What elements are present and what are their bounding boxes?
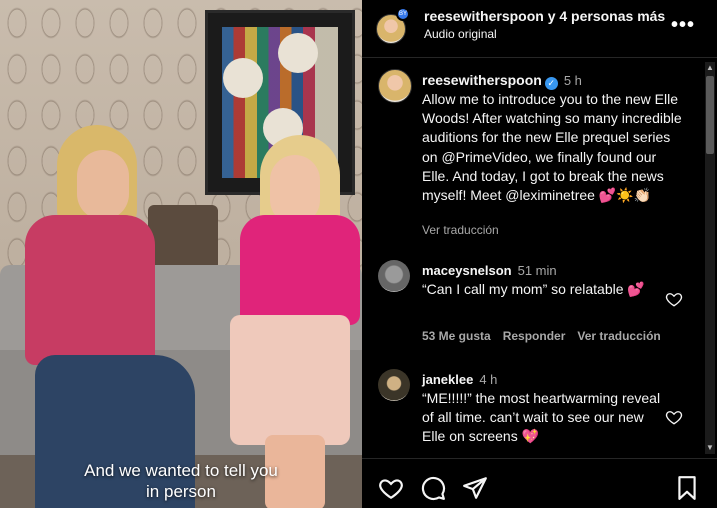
scroll-down-arrow-icon[interactable]: ▼ (706, 444, 714, 452)
collab-badge: BY (396, 7, 410, 21)
comment-time: 4 h (479, 372, 498, 387)
painting-flower (278, 33, 318, 73)
scroll-up-arrow-icon[interactable]: ▲ (706, 64, 714, 72)
comments-scroll-area[interactable]: reesewitherspoon ✓ 5 h Allow me to introdu… (362, 59, 717, 457)
comment-text: “ME!!!!!” the most heartwarming reveal o… (422, 390, 661, 444)
comment-username[interactable]: maceysnelson (422, 263, 512, 278)
post-time[interactable]: 5 h (564, 73, 582, 88)
video-player[interactable]: And we wanted to tell you in person (0, 0, 362, 508)
post-caption: Allow me to introduce you to the new Ell… (422, 91, 682, 204)
comment-meta: maceysnelson 51 min (422, 263, 557, 278)
comment-time: 51 min (517, 263, 557, 278)
verified-icon: ✓ (544, 77, 558, 90)
comment-like-heart-icon[interactable] (665, 290, 683, 308)
painting-flower (223, 58, 263, 98)
action-bar (362, 458, 717, 508)
video-caption: And we wanted to tell you in person (0, 460, 362, 502)
post-meta: reesewitherspoon ✓ 5 h (422, 72, 582, 90)
person-left (25, 120, 195, 508)
comment-username[interactable]: janeklee (422, 372, 473, 387)
more-options-icon[interactable]: ••• (671, 14, 695, 37)
comment-actions: 53 Me gusta Responder Ver traducción (422, 329, 673, 343)
caption-line-1: And we wanted to tell you (84, 461, 278, 480)
reply-button[interactable]: Responder (503, 329, 566, 343)
comment-meta: janeklee 4 h (422, 372, 497, 387)
scrollbar-thumb[interactable] (706, 76, 714, 154)
comment-text: “Can I call my mom” so relatable 💕 (422, 281, 645, 297)
see-translation-link[interactable]: Ver traducción (422, 223, 499, 237)
caption-line-2: in person (146, 482, 216, 501)
comment-avatar[interactable] (378, 260, 410, 292)
header-title[interactable]: reesewitherspoon y 4 personas más (424, 8, 665, 24)
send-icon[interactable] (462, 475, 488, 501)
post-author-avatar[interactable] (378, 69, 412, 103)
post-panel: BY reesewitherspoon y 4 personas más Aud… (362, 0, 717, 508)
comment-translate-link[interactable]: Ver traducción (577, 329, 660, 343)
comment-like-heart-icon[interactable] (665, 408, 683, 426)
comment-likes[interactable]: 53 Me gusta (422, 329, 491, 343)
person-right (225, 135, 362, 508)
heart-icon[interactable] (378, 475, 404, 501)
bookmark-icon[interactable] (674, 475, 700, 501)
post-username[interactable]: reesewitherspoon (422, 72, 542, 88)
audio-label[interactable]: Audio original (424, 27, 497, 41)
post-header: BY reesewitherspoon y 4 personas más Aud… (362, 0, 717, 58)
comment-icon[interactable] (420, 475, 446, 501)
comment-avatar[interactable] (378, 369, 410, 401)
